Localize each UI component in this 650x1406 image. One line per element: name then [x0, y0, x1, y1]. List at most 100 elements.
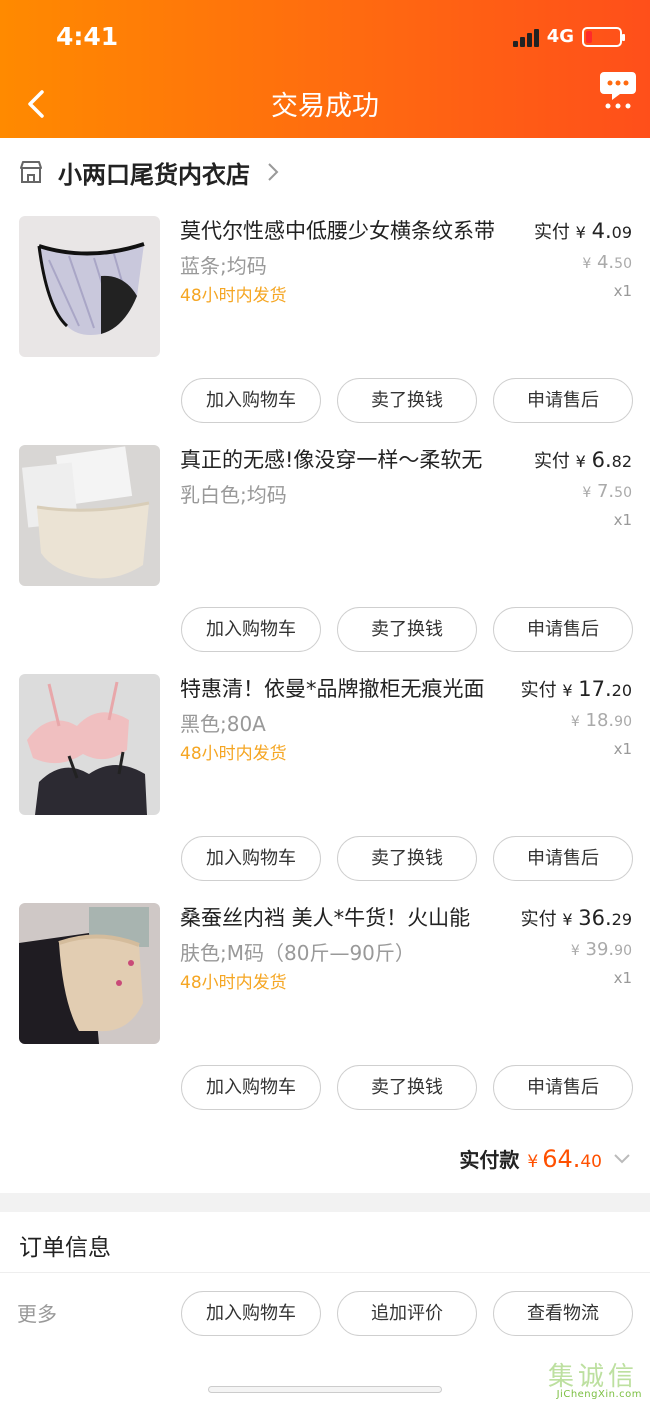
paid-price: 实付 ¥ 4.09 [534, 216, 632, 248]
currency-symbol: ¥ [582, 256, 592, 272]
orig-int: 18. [585, 710, 615, 731]
divider [0, 1272, 650, 1273]
header-bar: 4:41 4G 交易成功 [0, 0, 650, 138]
order-info-title: 订单信息 [19, 1235, 111, 1261]
network-label: 4G [546, 26, 574, 47]
status-time: 4:41 [56, 22, 119, 51]
orig-int: 4. [596, 252, 615, 273]
paid-dec: 82 [611, 452, 632, 471]
price-block: 实付 ¥ 17.20 ¥ 18.90 x1 [521, 674, 632, 761]
message-button[interactable] [598, 66, 638, 110]
orig-dec: 50 [614, 485, 632, 501]
battery-icon [582, 26, 625, 47]
paid-label: 实付 [520, 909, 557, 930]
currency-symbol: ¥ [570, 943, 580, 959]
paid-price: 实付 ¥ 6.82 [534, 445, 632, 477]
product-title[interactable]: 莫代尔性感中低腰少女横条纹系带 [180, 216, 520, 246]
product-image[interactable] [19, 216, 160, 357]
order-item[interactable]: 莫代尔性感中低腰少女横条纹系带 蓝条;均码 48小时内发货 实付 ¥ 4.09 … [0, 216, 650, 445]
after-sale-button[interactable]: 申请售后 [493, 1065, 633, 1110]
paid-int: 36. [578, 906, 612, 930]
order-item[interactable]: 真正的无感!像没穿一样～柔软无 乳白色;均码 实付 ¥ 6.82 ¥ 7.50 … [0, 445, 650, 674]
product-spec: 乳白色;均码 [180, 483, 287, 507]
add-to-cart-button[interactable]: 加入购物车 [181, 607, 321, 652]
horizontal-scrollbar[interactable] [208, 1386, 442, 1393]
paid-price: 实付 ¥ 36.29 [521, 903, 632, 935]
after-sale-button[interactable]: 申请售后 [493, 378, 633, 423]
price-block: 实付 ¥ 4.09 ¥ 4.50 x1 [534, 216, 632, 303]
store-icon [20, 161, 42, 183]
shop-header[interactable]: 小两口尾货内衣店 [18, 152, 280, 192]
orig-dec: 50 [614, 256, 632, 272]
price-block: 实付 ¥ 6.82 ¥ 7.50 x1 [534, 445, 632, 532]
resell-button[interactable]: 卖了换钱 [337, 607, 477, 652]
paid-label: 实付 [520, 680, 557, 701]
total-paid-row[interactable]: 实付款 ¥ 64. 40 [459, 1144, 632, 1173]
orig-dec: 90 [614, 714, 632, 730]
paid-dec: 29 [611, 910, 632, 929]
original-price: ¥ 4.50 [534, 248, 632, 279]
status-icons: 4G [512, 26, 625, 47]
original-price: ¥ 39.90 [521, 935, 632, 966]
product-title[interactable]: 特惠清！依曼*品牌撤柜无痕光面 [180, 674, 520, 704]
total-amount-int: 64. [542, 1145, 581, 1173]
watermark-url: JiChengXin.com [556, 1389, 642, 1400]
view-logistics-button[interactable]: 查看物流 [493, 1291, 633, 1336]
currency-symbol: ¥ [575, 452, 586, 471]
product-spec: 肤色;M码（80斤—90斤） [180, 941, 415, 965]
total-currency: ¥ [527, 1152, 539, 1172]
original-price: ¥ 7.50 [534, 477, 632, 508]
page-title: 交易成功 [271, 91, 379, 122]
orig-int: 7. [596, 481, 615, 502]
add-to-cart-button[interactable]: 加入购物车 [181, 1065, 321, 1110]
add-to-cart-button[interactable]: 加入购物车 [181, 836, 321, 881]
product-image[interactable] [19, 903, 160, 1044]
product-image[interactable] [19, 674, 160, 815]
product-title[interactable]: 桑蚕丝内裆 美人*牛货！火山能 [180, 903, 520, 933]
paid-int: 4. [591, 219, 612, 243]
currency-symbol: ¥ [582, 485, 592, 501]
paid-int: 17. [578, 677, 612, 701]
quantity: x1 [613, 282, 632, 300]
add-to-cart-button[interactable]: 加入购物车 [181, 1291, 321, 1336]
resell-button[interactable]: 卖了换钱 [337, 1065, 477, 1110]
orig-dec: 90 [614, 943, 632, 959]
chevron-down-icon[interactable] [612, 1152, 632, 1166]
order-content: 小两口尾货内衣店 莫代尔性感中低腰少女横条纹系带 蓝条;均码 48小时内发货 实… [0, 138, 650, 1193]
original-price: ¥ 18.90 [521, 706, 632, 737]
currency-symbol: ¥ [575, 223, 586, 242]
add-to-cart-button[interactable]: 加入购物车 [181, 378, 321, 423]
paid-dec: 20 [611, 681, 632, 700]
product-spec: 蓝条;均码 [180, 254, 267, 278]
total-amount-dec: 40 [580, 1152, 602, 1172]
paid-int: 6. [591, 448, 612, 472]
currency-symbol: ¥ [570, 714, 580, 730]
currency-symbol: ¥ [562, 910, 573, 929]
after-sale-button[interactable]: 申请售后 [493, 836, 633, 881]
chat-bubble-icon [600, 72, 636, 109]
paid-dec: 09 [611, 223, 632, 242]
shipping-note: 48小时内发货 [180, 744, 287, 764]
product-image[interactable] [19, 445, 160, 586]
orig-int: 39. [585, 939, 615, 960]
after-sale-button[interactable]: 申请售后 [493, 607, 633, 652]
more-link[interactable]: 更多 [17, 1298, 57, 1327]
quantity: x1 [613, 740, 632, 758]
watermark: 集诚信 JiChengXin.com [522, 1356, 642, 1400]
add-review-button[interactable]: 追加评价 [337, 1291, 477, 1336]
signal-icon [512, 27, 539, 47]
order-item[interactable]: 桑蚕丝内裆 美人*牛货！火山能 肤色;M码（80斤—90斤） 48小时内发货 实… [0, 903, 650, 1132]
price-block: 实付 ¥ 36.29 ¥ 39.90 x1 [521, 903, 632, 990]
product-title[interactable]: 真正的无感!像没穿一样～柔软无 [180, 445, 520, 475]
chevron-right-icon [268, 163, 279, 181]
resell-button[interactable]: 卖了换钱 [337, 378, 477, 423]
shipping-note: 48小时内发货 [180, 973, 287, 993]
total-label: 实付款 [459, 1148, 520, 1172]
paid-label: 实付 [533, 222, 570, 243]
resell-button[interactable]: 卖了换钱 [337, 836, 477, 881]
paid-label: 实付 [533, 451, 570, 472]
order-item[interactable]: 特惠清！依曼*品牌撤柜无痕光面 黑色;80A 48小时内发货 实付 ¥ 17.2… [0, 674, 650, 903]
shipping-note: 48小时内发货 [180, 286, 287, 306]
shop-name[interactable]: 小两口尾货内衣店 [58, 155, 250, 190]
quantity: x1 [613, 969, 632, 987]
